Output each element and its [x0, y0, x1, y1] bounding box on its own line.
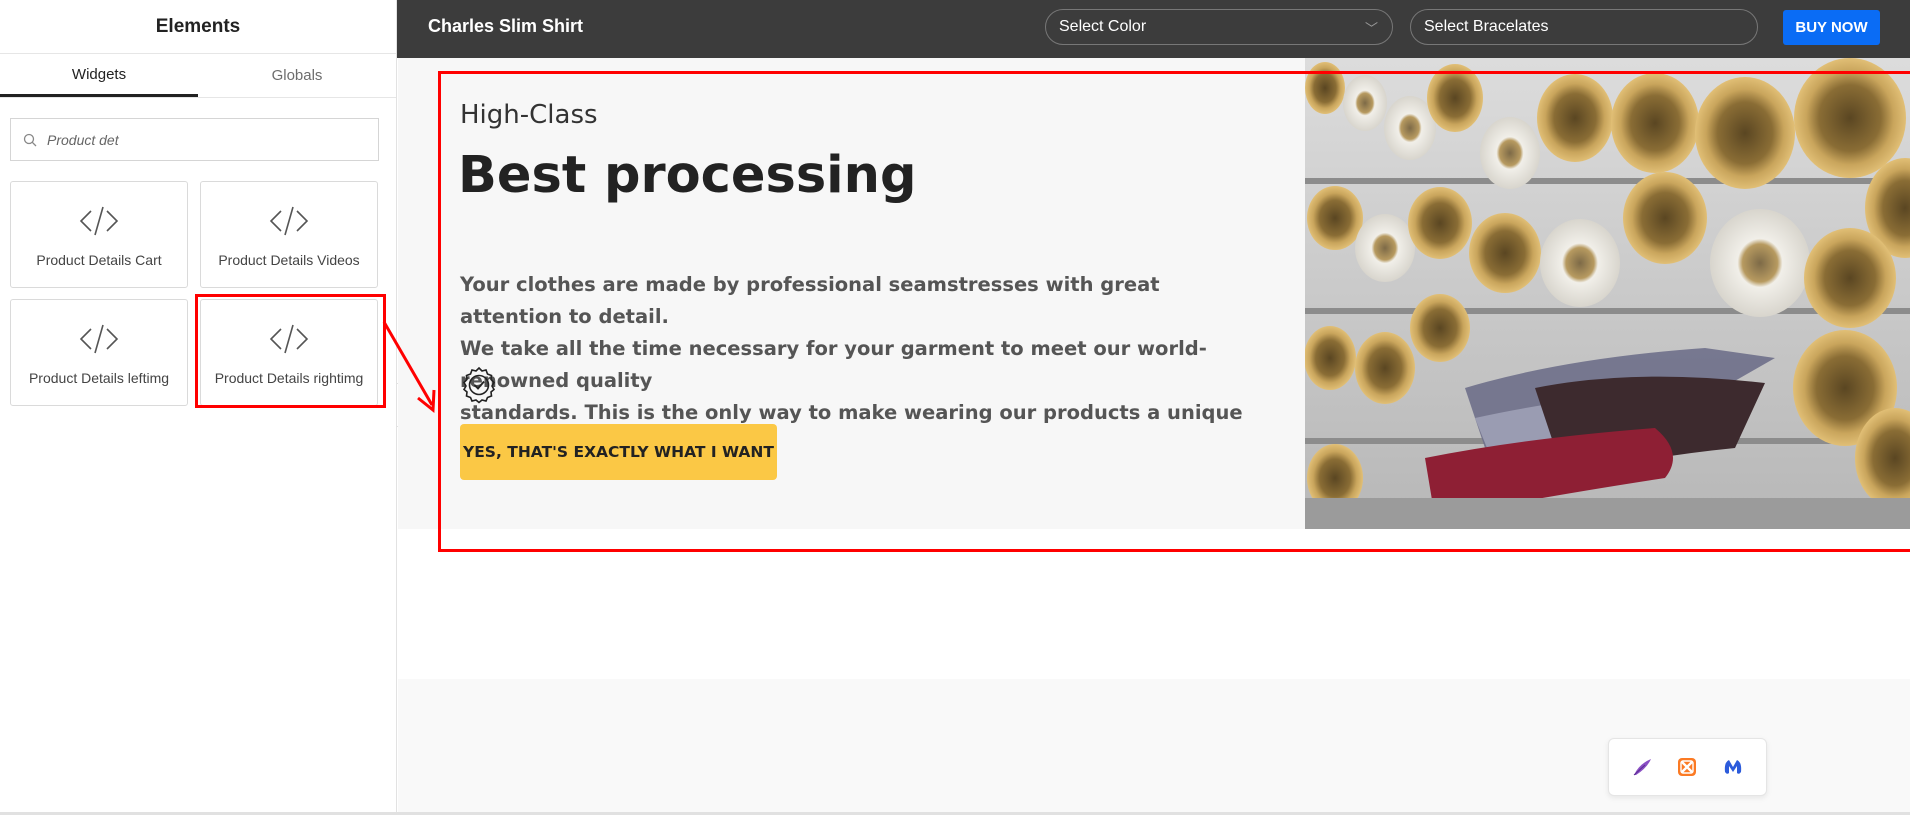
- widget-product-details-videos[interactable]: Product Details Videos: [200, 181, 378, 288]
- select-color-value: Select Color: [1059, 18, 1147, 35]
- chevron-down-icon: ﹀: [1364, 21, 1378, 36]
- code-icon: [269, 206, 309, 236]
- annotation-highlight-section: [438, 71, 1910, 552]
- panel-tabs: Widgets Globals: [0, 54, 396, 98]
- tab-globals[interactable]: Globals: [198, 54, 396, 97]
- search-icon: [23, 133, 37, 146]
- xampp-icon[interactable]: [1674, 754, 1700, 780]
- malwarebytes-icon[interactable]: [1720, 754, 1746, 780]
- annotation-arrow-icon: [382, 321, 436, 414]
- buy-now-button[interactable]: BUY NOW: [1783, 10, 1880, 45]
- widget-search: [10, 118, 379, 161]
- annotation-highlight-widget: [195, 294, 386, 408]
- extension-tray: [1608, 738, 1767, 796]
- feather-icon[interactable]: [1629, 754, 1655, 780]
- select-color-dropdown[interactable]: Select Color ﹀: [1045, 9, 1393, 45]
- select-bracelates-value: Select Bracelates: [1424, 18, 1549, 35]
- tab-widgets[interactable]: Widgets: [0, 54, 198, 97]
- widget-label: Product Details Cart: [36, 252, 162, 268]
- code-icon: [79, 206, 119, 236]
- panel-title: Elements: [0, 0, 396, 54]
- sticky-add-to-cart-bar: Charles Slim Shirt Select Color ﹀ Select…: [397, 0, 1910, 58]
- widget-product-details-leftimg[interactable]: Product Details leftimg: [10, 299, 188, 406]
- widget-label: Product Details Videos: [218, 252, 360, 268]
- widget-product-details-cart[interactable]: Product Details Cart: [10, 181, 188, 288]
- widget-label: Product Details leftimg: [28, 370, 170, 386]
- search-input[interactable]: [47, 131, 347, 148]
- select-bracelates-dropdown[interactable]: Select Bracelates: [1410, 9, 1758, 45]
- code-icon: [79, 324, 119, 354]
- product-title: Charles Slim Shirt: [428, 16, 584, 36]
